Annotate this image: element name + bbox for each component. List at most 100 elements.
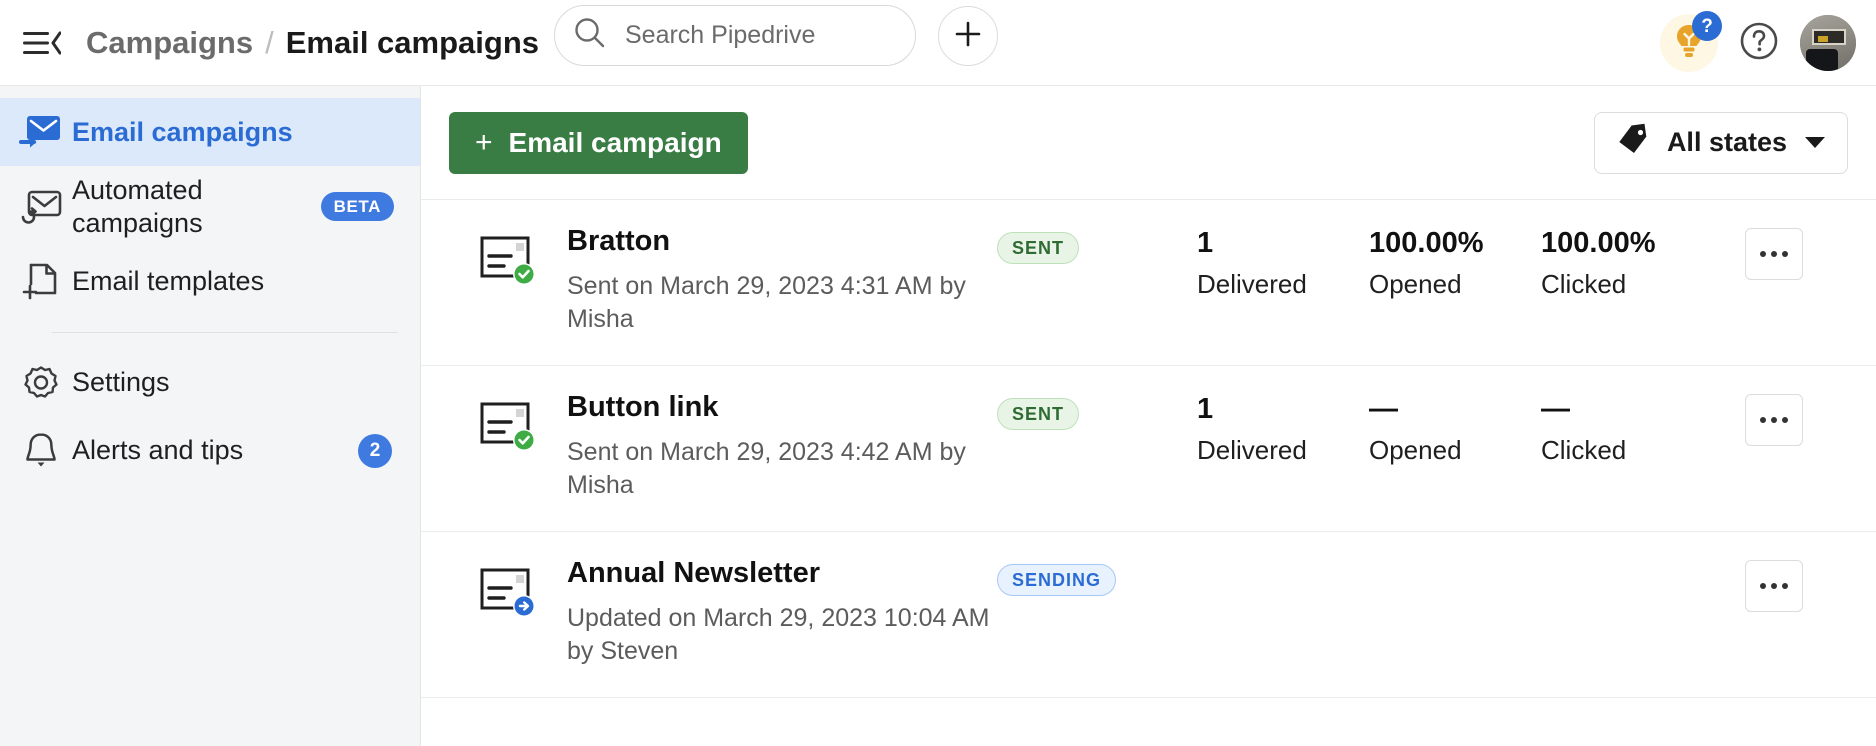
- campaign-list: Bratton Sent on March 29, 2023 4:31 AM b…: [421, 200, 1876, 746]
- campaign-title: Annual Newsletter: [567, 558, 997, 590]
- chevron-down-icon: [1805, 137, 1825, 148]
- search-box[interactable]: [554, 5, 916, 66]
- campaign-subtitle: Sent on March 29, 2023 4:42 AM by Misha: [567, 436, 997, 502]
- sidebar-item-alerts-and-tips[interactable]: Alerts and tips 2: [0, 417, 420, 485]
- stat-value: —: [1369, 394, 1541, 426]
- app-root: Campaigns / Email campaigns: [0, 0, 1876, 746]
- dot: [1782, 251, 1788, 257]
- stat-value: 1: [1197, 394, 1369, 426]
- row-actions: [1713, 558, 1803, 612]
- stat-label: Delivered: [1197, 436, 1369, 465]
- state-filter-label: All states: [1667, 127, 1787, 158]
- table-row[interactable]: Bratton Sent on March 29, 2023 4:31 AM b…: [421, 200, 1876, 366]
- row-actions: [1713, 226, 1803, 280]
- sidebar-item-label: Alerts and tips: [72, 434, 358, 467]
- sidebar-item-label: Email templates: [72, 265, 406, 298]
- email-template-icon: [10, 262, 72, 302]
- page-title: Email campaigns: [286, 25, 539, 61]
- breadcrumb-parent[interactable]: Campaigns: [86, 25, 253, 61]
- breadcrumb: Campaigns / Email campaigns: [86, 25, 539, 61]
- campaign-sent-icon: [449, 226, 567, 292]
- stat-value: 100.00%: [1541, 228, 1713, 260]
- status-badge: SENT: [997, 232, 1079, 264]
- campaign-info: Button link Sent on March 29, 2023 4:42 …: [567, 392, 997, 502]
- status-badge: SENDING: [997, 564, 1116, 596]
- row-more-button[interactable]: [1745, 394, 1803, 446]
- tips-button[interactable]: ?: [1660, 14, 1718, 72]
- breadcrumb-separator: /: [265, 25, 274, 61]
- campaign-title: Button link: [567, 392, 997, 424]
- beta-badge: BETA: [321, 192, 394, 221]
- campaign-sent-icon: [449, 392, 567, 458]
- avatar[interactable]: [1800, 15, 1856, 71]
- avatar-chair: [1806, 49, 1838, 71]
- state-filter-dropdown[interactable]: All states: [1594, 112, 1848, 174]
- bell-icon: [10, 430, 72, 472]
- stat-label: Delivered: [1197, 270, 1369, 299]
- campaign-info: Bratton Sent on March 29, 2023 4:31 AM b…: [567, 226, 997, 336]
- automated-campaign-icon: [10, 187, 72, 227]
- stat-delivered: 1 Delivered: [1197, 392, 1369, 464]
- sidebar-item-label: Automated campaigns: [72, 174, 321, 240]
- stat-delivered: [1197, 558, 1369, 570]
- campaign-subtitle: Sent on March 29, 2023 4:31 AM by Misha: [567, 270, 997, 336]
- avatar-frame: [1812, 29, 1846, 45]
- top-bar: Campaigns / Email campaigns: [0, 0, 1876, 86]
- stat-clicked: 100.00% Clicked: [1541, 226, 1713, 298]
- status-badge-cell: SENT: [997, 392, 1197, 430]
- stat-label: Clicked: [1541, 270, 1713, 299]
- stat-value: —: [1541, 394, 1713, 426]
- add-button[interactable]: [938, 6, 998, 66]
- sidebar-item-email-templates[interactable]: Email templates: [0, 248, 420, 316]
- stat-label: Opened: [1369, 436, 1541, 465]
- hamburger-collapse-icon[interactable]: [20, 21, 64, 65]
- stat-value: 100.00%: [1369, 228, 1541, 260]
- toolbar: + Email campaign All states: [421, 86, 1876, 200]
- campaign-sending-icon: [449, 558, 567, 624]
- main-content: + Email campaign All states: [421, 86, 1876, 746]
- sidebar: Email campaigns Automated campaigns BETA: [0, 86, 421, 746]
- search-container: [554, 5, 916, 66]
- dot: [1771, 583, 1777, 589]
- top-bar-right: ?: [1660, 0, 1856, 86]
- dot: [1771, 417, 1777, 423]
- status-badge: SENT: [997, 398, 1079, 430]
- row-more-button[interactable]: [1745, 560, 1803, 612]
- stat-opened: [1369, 558, 1541, 570]
- row-more-button[interactable]: [1745, 228, 1803, 280]
- help-button[interactable]: [1736, 20, 1782, 66]
- question-circle-icon: [1738, 20, 1780, 67]
- sidebar-item-automated-campaigns[interactable]: Automated campaigns BETA: [0, 166, 420, 248]
- sidebar-item-email-campaigns[interactable]: Email campaigns: [0, 98, 420, 166]
- stat-opened: 100.00% Opened: [1369, 226, 1541, 298]
- sidebar-item-settings[interactable]: Settings: [0, 349, 420, 417]
- add-email-campaign-button[interactable]: + Email campaign: [449, 112, 748, 174]
- dot: [1760, 417, 1766, 423]
- stat-value: 1: [1197, 228, 1369, 260]
- sidebar-item-label: Email campaigns: [72, 116, 406, 149]
- stat-clicked: — Clicked: [1541, 392, 1713, 464]
- plus-icon: +: [475, 128, 493, 158]
- stat-opened: — Opened: [1369, 392, 1541, 464]
- stat-clicked: [1541, 558, 1713, 570]
- table-row[interactable]: Button link Sent on March 29, 2023 4:42 …: [421, 366, 1876, 532]
- table-row[interactable]: Annual Newsletter Updated on March 29, 2…: [421, 532, 1876, 698]
- campaign-subtitle: Updated on March 29, 2023 10:04 AM by St…: [567, 602, 997, 668]
- dot: [1771, 251, 1777, 257]
- page-body: Email campaigns Automated campaigns BETA: [0, 86, 1876, 746]
- tag-icon: [1617, 123, 1649, 162]
- sidebar-divider: [52, 332, 398, 333]
- dot: [1782, 417, 1788, 423]
- tips-badge: ?: [1692, 11, 1722, 41]
- dot: [1782, 583, 1788, 589]
- hamburger-collapse-glyph: [23, 30, 61, 56]
- email-campaign-icon: [10, 112, 72, 152]
- sidebar-item-label: Settings: [72, 366, 406, 399]
- dot: [1760, 251, 1766, 257]
- row-actions: [1713, 392, 1803, 446]
- campaign-title: Bratton: [567, 226, 997, 258]
- search-input[interactable]: [623, 20, 897, 51]
- search-icon: [573, 16, 607, 55]
- status-badge-cell: SENT: [997, 226, 1197, 264]
- add-email-campaign-label: Email campaign: [509, 127, 722, 159]
